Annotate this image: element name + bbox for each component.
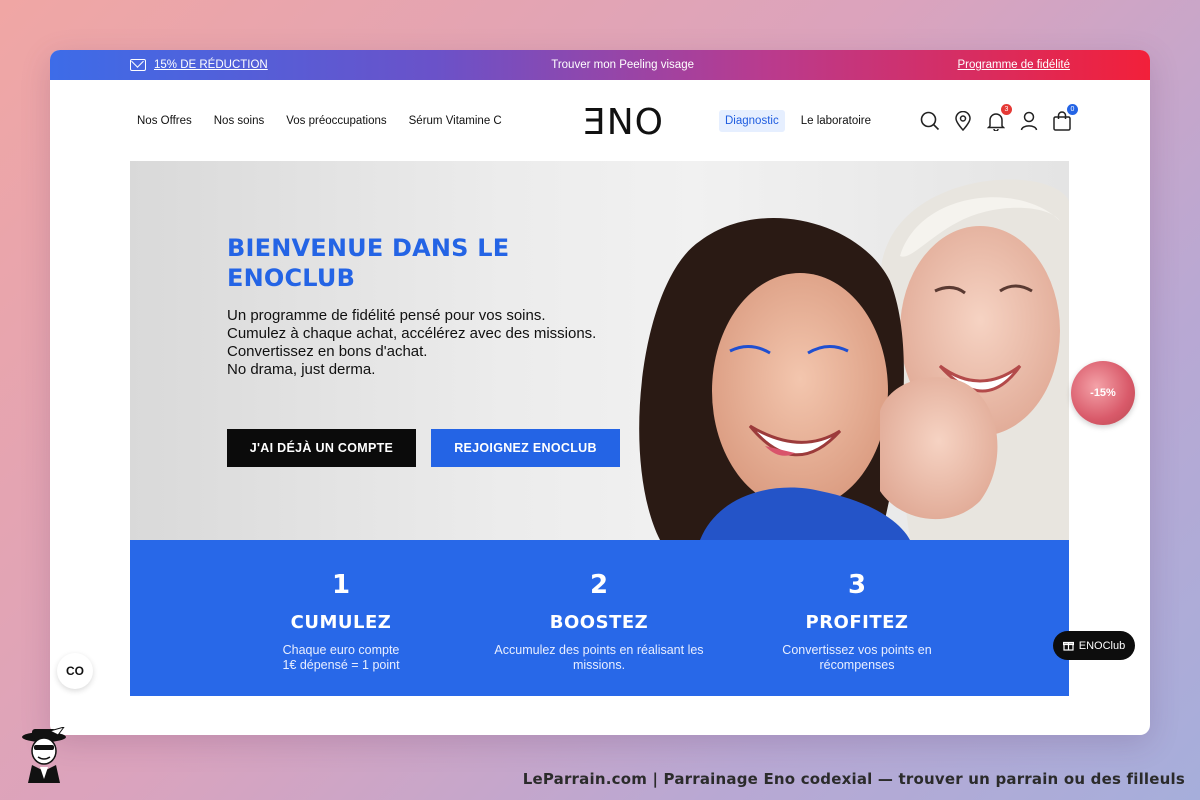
login-button[interactable]: J'AI DÉJÀ UN COMPTE (227, 429, 416, 467)
cart-badge: 0 (1067, 103, 1078, 115)
browser-window: 15% DE RÉDUCTION Trouver mon Peeling vis… (50, 50, 1150, 735)
hero-title: BIENVENUE DANS LE ENOCLUB (227, 234, 510, 292)
location-pin-icon[interactable] (953, 110, 973, 131)
hero-description-line: Un programme de fidélité pensé pour vos … (227, 307, 546, 324)
co-floating-button[interactable]: CO (57, 653, 93, 689)
notification-badge: 3 (1001, 103, 1012, 115)
nav-item-offres[interactable]: Nos Offres (137, 115, 192, 127)
shopping-bag-icon[interactable]: 0 (1052, 103, 1078, 131)
step-text: Accumulez des points en réalisant les mi… (494, 643, 704, 672)
step-number: 2 (589, 570, 609, 600)
step-boostez: 2 BOOSTEZ Accumulez des points en réalis… (469, 570, 729, 673)
nav-item-preoccupations[interactable]: Vos préoccupations (286, 115, 386, 127)
main-nav: Nos Offres Nos soins Vos préoccupations … (50, 80, 1150, 161)
enoclub-label: ENOClub (1078, 639, 1126, 652)
step-number: 1 (331, 570, 351, 600)
step-title: PROFITEZ (805, 612, 909, 633)
search-icon[interactable] (920, 111, 940, 131)
hero-description-line: Convertissez en bons d'achat. (227, 343, 428, 360)
step-text: Convertissez vos points en récompenses (782, 643, 932, 672)
discount-floating-button[interactable]: -15% (1071, 361, 1135, 425)
leparrain-mascot-logo (22, 727, 66, 783)
hero-description-line: Cumulez à chaque achat, accélérez avec d… (227, 325, 597, 342)
hero-photo-two-women (639, 179, 1069, 540)
step-number: 3 (847, 570, 867, 600)
hero-description: Un programme de fidélité pensé pour vos … (227, 307, 607, 379)
nav-item-serum[interactable]: Sérum Vitamine C (409, 115, 502, 127)
hero-description-line: No drama, just derma. (227, 361, 376, 378)
enoclub-floating-button[interactable]: ENOClub (1053, 631, 1135, 660)
bell-icon[interactable]: 3 (986, 103, 1012, 131)
step-title: BOOSTEZ (549, 612, 649, 633)
nav-item-soins[interactable]: Nos soins (214, 115, 265, 127)
step-profitez: 3 PROFITEZ Convertissez vos points en ré… (727, 570, 987, 673)
footer-caption: LeParrain.com | Parrainage Eno codexial … (522, 770, 1185, 788)
promo-bar: 15% DE RÉDUCTION Trouver mon Peeling vis… (50, 50, 1150, 80)
promo-peeling-link[interactable]: Trouver mon Peeling visage (551, 59, 694, 71)
step-cumulez: 1 CUMULEZ Chaque euro compte 1€ dépensé … (211, 570, 471, 673)
nav-item-diagnostic[interactable]: Diagnostic (719, 109, 785, 132)
hero-banner: BIENVENUE DANS LE ENOCLUB Un programme d… (130, 161, 1069, 540)
eno-logo[interactable]: ƎNO (583, 102, 664, 143)
step-title: CUMULEZ (290, 612, 392, 633)
mail-icon (130, 59, 146, 71)
promo-discount-link[interactable]: 15% DE RÉDUCTION (130, 59, 268, 71)
user-icon[interactable] (1019, 111, 1039, 131)
promo-discount-label: 15% DE RÉDUCTION (154, 59, 268, 71)
step-text: Chaque euro compte 1€ dépensé = 1 point (282, 643, 400, 672)
loyalty-steps: 1 CUMULEZ Chaque euro compte 1€ dépensé … (130, 540, 1069, 696)
gift-icon (1062, 641, 1074, 651)
promo-loyalty-link[interactable]: Programme de fidélité (957, 59, 1070, 71)
nav-item-laboratoire[interactable]: Le laboratoire (801, 115, 871, 127)
